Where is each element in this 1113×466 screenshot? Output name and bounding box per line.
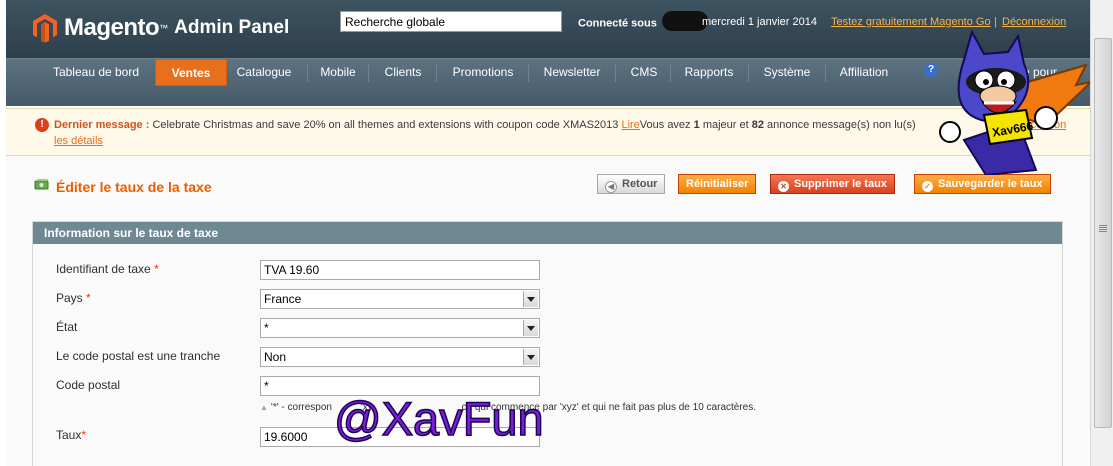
save-label: Sauvegarder le taux (938, 178, 1043, 190)
zip-range-select[interactable]: Non (260, 347, 540, 367)
nav-mobile[interactable]: Mobile (309, 59, 367, 85)
message-count-prefix: Vous avez (639, 119, 691, 131)
nav-divider (615, 64, 616, 82)
current-date: mercredi 1 janvier 2014 (702, 16, 817, 28)
magento-logo[interactable]: Magento ™ Admin Panel (32, 10, 289, 46)
nav-divider (670, 64, 671, 82)
zip-label: Code postal (56, 378, 121, 392)
required-mark: * (81, 428, 87, 442)
alert-icon: ! (35, 118, 49, 132)
nav-divider (436, 64, 437, 82)
major-count: 1 (693, 119, 700, 131)
save-rate-button[interactable]: ✓ Sauvegarder le taux (914, 174, 1051, 194)
notice-text: annonce message(s) non lu(s) (767, 119, 916, 131)
rate-label: Taux* (56, 428, 86, 442)
notice-count: 82 (751, 119, 764, 131)
nav-divider (748, 64, 749, 82)
reset-button[interactable]: Réinitialiser (678, 174, 757, 194)
arrow-left-icon: ◀ (605, 181, 617, 193)
page-title: Éditer le taux de la taxe (56, 179, 212, 195)
scrollbar-thumb[interactable] (1094, 38, 1112, 428)
chevron-down-icon[interactable] (523, 291, 538, 307)
country-label: Pays * (56, 291, 91, 305)
tax-rate-icon (34, 179, 49, 190)
latest-message-text: Celebrate Christmas and save 20% on all … (152, 119, 619, 131)
section-body: Identifiant de taxe * Pays * France État… (33, 244, 1062, 466)
watermark-text: @XavFun (333, 391, 544, 446)
rate-label-text: Taux (56, 428, 82, 442)
state-label: État (56, 320, 78, 334)
nav-affiliation[interactable]: Affiliation (829, 59, 899, 85)
connected-label: Connecté sous (578, 17, 657, 30)
latest-message: Dernier message : Celebrate Christmas an… (54, 119, 916, 131)
header-separator: | (994, 16, 997, 28)
identifier-label-text: Identifiant de taxe (56, 262, 151, 276)
country-label-text: Pays (56, 291, 83, 305)
connected-as: Connecté sous (578, 11, 712, 31)
nav-system[interactable]: Système (752, 59, 822, 85)
nav-customers[interactable]: Clients (372, 59, 434, 85)
nav-divider (528, 64, 529, 82)
zip-hint-start: '*' - correspon (270, 402, 332, 413)
nav-divider (307, 64, 308, 82)
required-mark: * (86, 291, 91, 305)
nav-newsletter[interactable]: Newsletter (532, 59, 612, 85)
magento-logo-icon (33, 14, 57, 43)
state-value: * (264, 321, 269, 335)
logout-link[interactable]: Déconnexion (1002, 16, 1066, 28)
back-button[interactable]: ◀ Retour (597, 174, 666, 194)
check-icon: ✓ (922, 181, 933, 192)
country-select[interactable]: France (260, 289, 540, 309)
nav-reports[interactable]: Rapports (674, 59, 744, 85)
details-link[interactable]: les détails (54, 135, 103, 147)
panel-name: Admin Panel (174, 17, 290, 38)
delete-icon: ✕ (778, 181, 789, 192)
nav-catalog[interactable]: Catalogue (228, 59, 300, 85)
delete-label: Supprimer le taux (794, 178, 887, 190)
delete-rate-button[interactable]: ✕ Supprimer le taux (770, 174, 895, 194)
country-value: France (264, 292, 302, 306)
back-label: Retour (622, 178, 658, 190)
try-magento-go-link[interactable]: Testez gratuitement Magento Go (831, 16, 991, 28)
nav-divider (825, 64, 826, 82)
chevron-down-icon[interactable] (523, 320, 538, 336)
mascot-sticker: Xav666 (939, 30, 1090, 175)
nav-dashboard[interactable]: Tableau de bord (42, 59, 150, 85)
zip-range-label: Le code postal est une tranche (56, 349, 221, 363)
nav-cms[interactable]: CMS (619, 59, 669, 85)
identifier-label: Identifiant de taxe * (56, 262, 159, 276)
tax-rate-section: Information sur le taux de taxe Identifi… (32, 221, 1063, 466)
vertical-scrollbar[interactable] (1090, 0, 1113, 466)
reset-label: Réinitialiser (686, 178, 749, 190)
nav-sales[interactable]: Ventes (155, 59, 227, 86)
zip-range-value: Non (264, 350, 287, 364)
read-message-link[interactable]: Lire (621, 119, 639, 131)
nav-promotions[interactable]: Promotions (440, 59, 526, 85)
state-select[interactable]: * (260, 318, 540, 338)
admin-page: Magento ™ Admin Panel Connecté sous merc… (6, 0, 1090, 466)
global-search-input[interactable] (340, 11, 562, 32)
latest-message-label: Dernier message : (54, 119, 150, 131)
hint-triangle-icon: ▲ (260, 403, 268, 412)
chevron-down-icon[interactable] (523, 349, 538, 365)
trademark: ™ (159, 23, 169, 33)
required-mark: * (154, 262, 159, 276)
nav-divider (368, 64, 369, 82)
grip-icon (1099, 225, 1107, 226)
tax-identifier-input[interactable] (260, 260, 540, 280)
section-title: Information sur le taux de taxe (33, 222, 1062, 244)
brand-name: Magento (64, 14, 160, 41)
major-text: majeur et (702, 119, 749, 131)
